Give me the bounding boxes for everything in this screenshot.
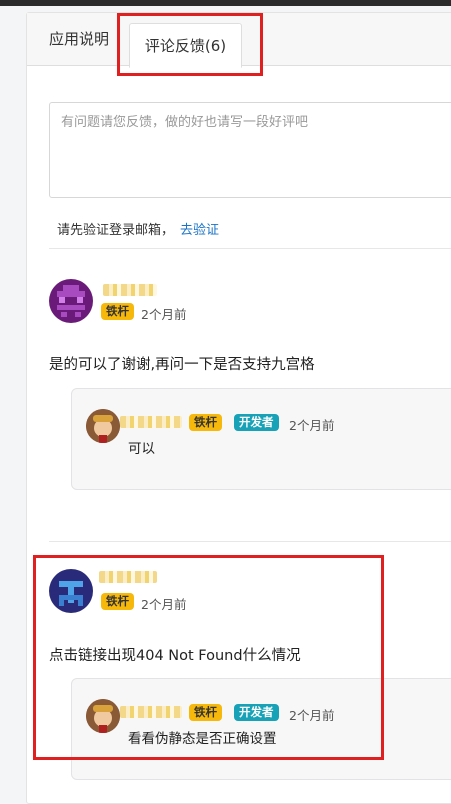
comment-content: 是的可以了谢谢,再问一下是否支持九宫格 (49, 357, 315, 373)
top-bar (0, 0, 451, 6)
app-detail-panel: 应用说明 评论反馈(6) 请先验证登录邮箱， 去验证 铁杆 2个月前 是的可以了谢… (26, 12, 451, 804)
divider (49, 541, 451, 542)
reply-time: 2个月前 (289, 708, 335, 723)
user-avatar-blue[interactable] (49, 569, 93, 613)
developer-avatar[interactable] (86, 699, 120, 733)
username-blurred (120, 706, 182, 718)
email-verify-notice: 请先验证登录邮箱， 去验证 (57, 219, 219, 238)
tab-bar: 应用说明 评论反馈(6) (27, 13, 451, 68)
verify-text: 请先验证登录邮箱， (57, 223, 175, 238)
reply-box: 铁杆 开发者 2个月前 可以 (71, 388, 451, 490)
badge-iron: 铁杆 (101, 593, 134, 610)
badge-iron: 铁杆 (189, 414, 222, 431)
badge-developer: 开发者 (234, 414, 279, 431)
divider (49, 248, 451, 249)
badge-developer: 开发者 (234, 704, 279, 721)
developer-avatar[interactable] (86, 409, 120, 443)
tab-app-description[interactable]: 应用说明 (49, 13, 109, 65)
comment-time: 2个月前 (141, 307, 187, 322)
comment-time: 2个月前 (141, 597, 187, 612)
comment-content: 点击链接出现404 Not Found什么情况 (49, 648, 301, 664)
reply-content: 看看伪静态是否正确设置 (128, 731, 277, 747)
badge-iron: 铁杆 (101, 303, 134, 320)
reply-time: 2个月前 (289, 418, 335, 433)
reply-box: 铁杆 开发者 2个月前 看看伪静态是否正确设置 (71, 678, 451, 780)
user-avatar-purple[interactable] (49, 279, 93, 323)
username-blurred (99, 571, 157, 583)
username-blurred (103, 284, 157, 296)
reply-content: 可以 (128, 441, 155, 457)
feedback-input[interactable] (49, 102, 451, 198)
verify-link[interactable]: 去验证 (180, 223, 219, 238)
tab-comments-feedback[interactable]: 评论反馈(6) (129, 23, 242, 68)
username-blurred (120, 416, 182, 428)
badge-iron: 铁杆 (189, 704, 222, 721)
